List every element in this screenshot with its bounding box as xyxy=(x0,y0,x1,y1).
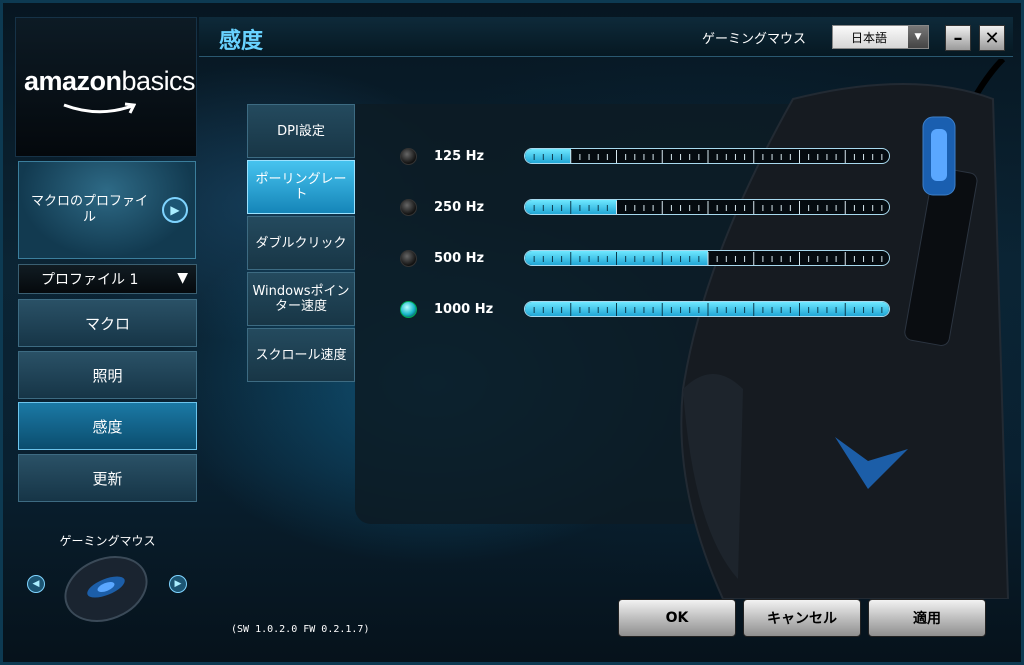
app-window: amazonbasics マクロのプロファイル ▶ プロファイル 1 ▼ マクロ… xyxy=(0,0,1024,665)
circle-arrow-right-icon: ▶ xyxy=(162,197,188,223)
tab-pointer-speed-label: Windowsポインター速度 xyxy=(252,284,350,314)
apply-label: 適用 xyxy=(913,611,941,627)
rate-option-125[interactable]: 125 Hz xyxy=(400,146,484,166)
close-button[interactable]: ✕ xyxy=(979,25,1005,51)
tab-scroll-speed-label: スクロール速度 xyxy=(255,347,347,363)
tab-polling-rate-label: ポーリングレート xyxy=(255,172,347,202)
nav-sensitivity[interactable]: 感度 xyxy=(18,402,197,450)
chevron-left-icon[interactable]: ◀ xyxy=(27,575,45,593)
rate-label: 500 Hz xyxy=(434,250,485,266)
page-title: 感度 xyxy=(219,29,264,54)
language-select[interactable]: 日本語 ▼ xyxy=(832,25,929,49)
nav-update-label: 更新 xyxy=(92,469,123,488)
dropdown-triangle-icon: ▼ xyxy=(177,270,188,286)
nav-macro[interactable]: マクロ xyxy=(18,299,197,347)
profile-select-value: プロファイル 1 xyxy=(41,272,139,288)
mouse-illustration xyxy=(680,59,1010,599)
rate-option-500[interactable]: 500 Hz xyxy=(400,248,484,268)
radio-button[interactable] xyxy=(400,147,417,165)
dropdown-arrow-icon: ▼ xyxy=(908,26,928,48)
tab-scroll-speed[interactable]: スクロール速度 xyxy=(247,328,355,382)
nav-lighting-label: 照明 xyxy=(92,366,123,385)
chevron-right-icon[interactable]: ▶ xyxy=(169,575,187,593)
rate-label: 250 Hz xyxy=(434,199,485,215)
tab-polling-rate[interactable]: ポーリングレート xyxy=(247,160,355,214)
ok-button[interactable]: OK xyxy=(618,599,736,637)
profile-select[interactable]: プロファイル 1 ▼ xyxy=(18,264,197,294)
rate-bar-1000 xyxy=(524,301,890,317)
close-icon: ✕ xyxy=(984,27,1000,49)
logo-text: amazonbasics xyxy=(24,66,196,96)
nav-macro-label: マクロ xyxy=(84,314,130,333)
sub-tabs: DPI設定 ポーリングレート ダブルクリック Windowsポインター速度 スク… xyxy=(247,104,355,384)
macro-profile-label: マクロのプロファイル xyxy=(30,194,148,225)
version-text: (SW 1.0.2.0 FW 0.2.1.7) xyxy=(231,624,370,635)
rate-bar-ticks xyxy=(533,201,883,214)
rate-label: 1000 Hz xyxy=(434,301,494,317)
rate-bar-500 xyxy=(524,250,890,266)
language-select-value: 日本語 xyxy=(851,30,888,45)
rate-option-250[interactable]: 250 Hz xyxy=(400,197,484,217)
tab-double-click-label: ダブルクリック xyxy=(255,235,347,251)
nav-update[interactable]: 更新 xyxy=(18,454,197,502)
tab-dpi-label: DPI設定 xyxy=(277,123,325,139)
nav-lighting[interactable]: 照明 xyxy=(18,351,197,399)
rate-option-1000[interactable]: 1000 Hz xyxy=(400,299,493,319)
mouse-thumbnail xyxy=(64,556,148,622)
ok-label: OK xyxy=(665,610,689,626)
header-device-name: ゲーミングマウス xyxy=(702,32,807,47)
radio-button[interactable] xyxy=(400,198,417,216)
cancel-label: キャンセル xyxy=(767,611,837,627)
apply-button[interactable]: 適用 xyxy=(868,599,986,637)
brand-logo: amazonbasics xyxy=(15,17,197,157)
rate-label: 125 Hz xyxy=(434,148,485,164)
rate-bar-125 xyxy=(524,148,890,164)
macro-profile-button[interactable]: マクロのプロファイル ▶ xyxy=(18,161,196,259)
tab-dpi[interactable]: DPI設定 xyxy=(247,104,355,158)
tab-double-click[interactable]: ダブルクリック xyxy=(247,216,355,270)
device-label: ゲーミングマウス xyxy=(59,534,156,548)
title-bar: 感度 ゲーミングマウス 日本語 ▼ – ✕ xyxy=(199,17,1013,57)
radio-button-selected[interactable] xyxy=(400,300,417,318)
rate-bar-ticks xyxy=(533,252,883,265)
radio-button[interactable] xyxy=(400,249,417,267)
rate-bar-250 xyxy=(524,199,890,215)
minimize-button[interactable]: – xyxy=(945,25,971,51)
tab-pointer-speed[interactable]: Windowsポインター速度 xyxy=(247,272,355,326)
rate-bar-ticks xyxy=(533,303,883,316)
cancel-button[interactable]: キャンセル xyxy=(743,599,861,637)
rate-bar-ticks xyxy=(533,150,883,163)
nav-sensitivity-label: 感度 xyxy=(92,417,123,436)
minimize-icon: – xyxy=(953,27,963,49)
amazon-smile-icon xyxy=(63,102,136,114)
